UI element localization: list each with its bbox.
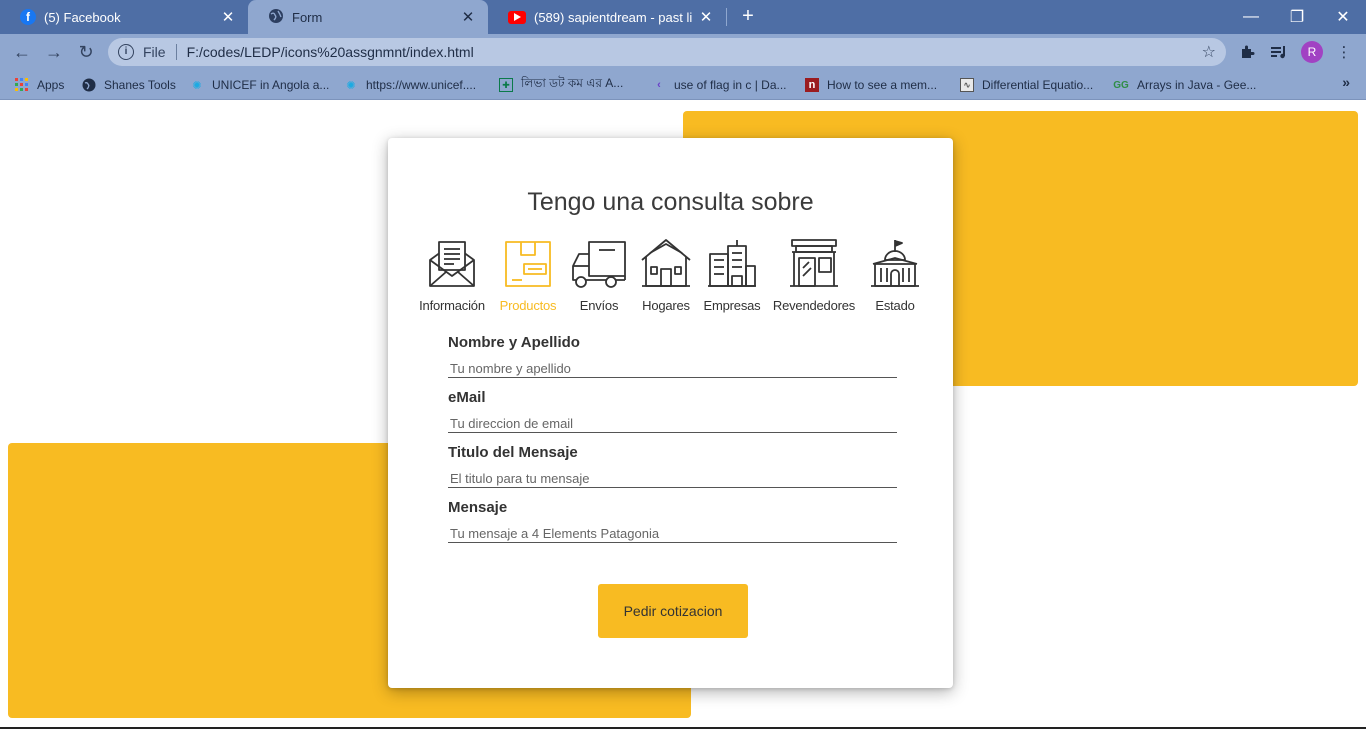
topic-label: Información	[419, 298, 485, 313]
office-building-icon	[708, 240, 756, 287]
topic-productos[interactable]: Productos	[492, 238, 564, 318]
name-input[interactable]	[448, 360, 897, 378]
facebook-icon: f	[20, 9, 36, 25]
globe-icon	[268, 8, 284, 27]
restore-icon[interactable]: ❐	[1274, 0, 1320, 34]
tab-title: (589) sapientdream - past liv	[534, 9, 692, 25]
bookmark-arrays-in-java[interactable]: GG Arrays in Java - Gee...	[1113, 75, 1256, 95]
address-bar[interactable]: i File F:/codes/LEDP/icons%20assgnmnt/in…	[108, 38, 1226, 66]
bookmark-label: https://www.unicef....	[366, 78, 477, 92]
subject-input[interactable]	[448, 470, 897, 488]
divider	[175, 44, 177, 60]
minimize-icon[interactable]: —	[1228, 0, 1274, 34]
apps-grid-icon	[15, 78, 29, 92]
page-viewport: Tengo una consulta sobre Información Pro…	[0, 101, 1366, 729]
menu-kebab-icon[interactable]: ⋮	[1334, 42, 1354, 62]
tab-form[interactable]: Form ✕	[248, 0, 488, 34]
n-icon: n	[805, 78, 819, 92]
government-building-icon	[871, 240, 919, 287]
info-icon[interactable]: i	[118, 44, 134, 60]
bookmark-label: Arrays in Java - Gee...	[1137, 78, 1257, 92]
message-input[interactable]	[448, 525, 897, 543]
bookmark-label: Shanes Tools	[104, 78, 176, 92]
topic-label: Revendedores	[772, 298, 856, 313]
tab-title: Form	[292, 9, 323, 25]
field-label: Nombre y Apellido	[448, 334, 580, 351]
profile-avatar[interactable]: R	[1301, 41, 1323, 63]
site-icon: ∿	[960, 78, 974, 92]
truck-icon	[572, 241, 626, 288]
form-heading: Tengo una consulta sobre	[527, 188, 814, 216]
more-bookmarks-icon[interactable]: »	[1342, 74, 1350, 90]
topic-estado[interactable]: Estado	[862, 238, 928, 318]
reload-icon[interactable]: ↻	[74, 40, 98, 64]
contact-form-card: Tengo una consulta sobre Información Pro…	[388, 138, 953, 688]
tab-youtube[interactable]: (589) sapientdream - past liv ✕	[488, 0, 726, 34]
close-tab-icon[interactable]: ✕	[698, 8, 714, 26]
message-field: Mensaje	[448, 499, 897, 543]
unicef-icon: ✺	[192, 79, 202, 92]
bookmark-label: UNICEF in Angola a...	[212, 78, 330, 92]
gfg-icon: GG	[1113, 79, 1129, 91]
tab-title: (5) Facebook	[44, 9, 121, 25]
topic-informacion[interactable]: Información	[416, 238, 488, 318]
topic-label: Envíos	[579, 298, 619, 313]
submit-quote-button[interactable]: Pedir cotizacion	[598, 584, 748, 638]
extensions-icon[interactable]	[1237, 42, 1257, 62]
scheme-label: File	[143, 44, 166, 60]
back-icon[interactable]: ←	[10, 40, 34, 64]
bookmark-label: লিভা ডট কম এর A...	[521, 76, 624, 90]
close-tab-icon[interactable]: ✕	[220, 8, 236, 26]
box-icon	[505, 241, 551, 287]
forward-icon[interactable]: →	[42, 40, 66, 64]
tab-strip: f (5) Facebook ✕ Form ✕ (589) sapientdre…	[0, 0, 1366, 34]
bookmark-label: How to see a mem...	[827, 78, 938, 92]
unicef-icon: ✺	[346, 79, 356, 92]
topic-label: Hogares	[642, 298, 690, 313]
topic-label: Productos	[499, 298, 557, 313]
new-tab-button[interactable]: +	[736, 6, 760, 28]
bookmark-unicef-angola[interactable]: ✺ UNICEF in Angola a...	[190, 75, 329, 95]
field-label: Titulo del Mensaje	[448, 444, 578, 461]
field-label: Mensaje	[448, 499, 508, 516]
email-input[interactable]	[448, 415, 897, 433]
bookmarks-bar: Apps Shanes Tools ✺ UNICEF in Angola a..…	[0, 70, 1366, 100]
topic-hogares[interactable]: Hogares	[634, 238, 698, 318]
bookmark-label: Apps	[37, 78, 65, 92]
field-label: eMail	[448, 389, 486, 406]
name-field: Nombre y Apellido	[448, 334, 897, 378]
topic-revendedores[interactable]: Revendedores	[766, 238, 862, 318]
topic-empresas[interactable]: Empresas	[698, 238, 766, 318]
envelope-icon	[429, 241, 475, 287]
site-icon: ✚	[499, 78, 513, 92]
topic-label: Estado	[875, 298, 915, 313]
topic-selector: Información Productos Envíos Hogares Emp…	[416, 238, 928, 318]
close-window-icon[interactable]: ✕	[1320, 0, 1366, 34]
media-control-icon[interactable]	[1269, 42, 1289, 62]
subject-field: Titulo del Mensaje	[448, 444, 897, 488]
browser-toolbar: ← → ↻ i File F:/codes/LEDP/icons%20assgn…	[0, 34, 1366, 70]
bookmark-differential-equations[interactable]: ∿ Differential Equatio...	[960, 75, 1093, 95]
house-icon	[641, 239, 691, 287]
bookmark-see-a-mem[interactable]: n How to see a mem...	[805, 75, 937, 95]
bookmark-label: Differential Equatio...	[982, 78, 1094, 92]
topic-label: Empresas	[703, 298, 761, 313]
storefront-icon	[790, 239, 838, 287]
bookmark-shanes-tools[interactable]: Shanes Tools	[82, 75, 176, 95]
bookmark-flag-in-c[interactable]: ‹ use of flag in c | Da...	[652, 75, 787, 95]
bookmark-apps[interactable]: Apps	[15, 75, 64, 95]
globe-icon	[82, 78, 96, 92]
topic-envios[interactable]: Envíos	[564, 238, 634, 318]
chevron-left-icon: ‹	[657, 79, 661, 91]
bookmark-liva[interactable]: ✚ লিভা ডট কম এর A...	[499, 75, 623, 95]
tab-separator	[726, 8, 727, 26]
bookmark-star-icon[interactable]: ☆	[1202, 42, 1216, 62]
close-tab-icon[interactable]: ✕	[460, 8, 476, 26]
tab-facebook[interactable]: f (5) Facebook ✕	[0, 0, 248, 34]
bookmark-label: use of flag in c | Da...	[674, 78, 787, 92]
email-field: eMail	[448, 389, 897, 433]
youtube-icon	[508, 10, 526, 24]
url-text[interactable]: F:/codes/LEDP/icons%20assgnmnt/index.htm…	[187, 44, 1202, 60]
bookmark-unicef[interactable]: ✺ https://www.unicef....	[344, 75, 476, 95]
